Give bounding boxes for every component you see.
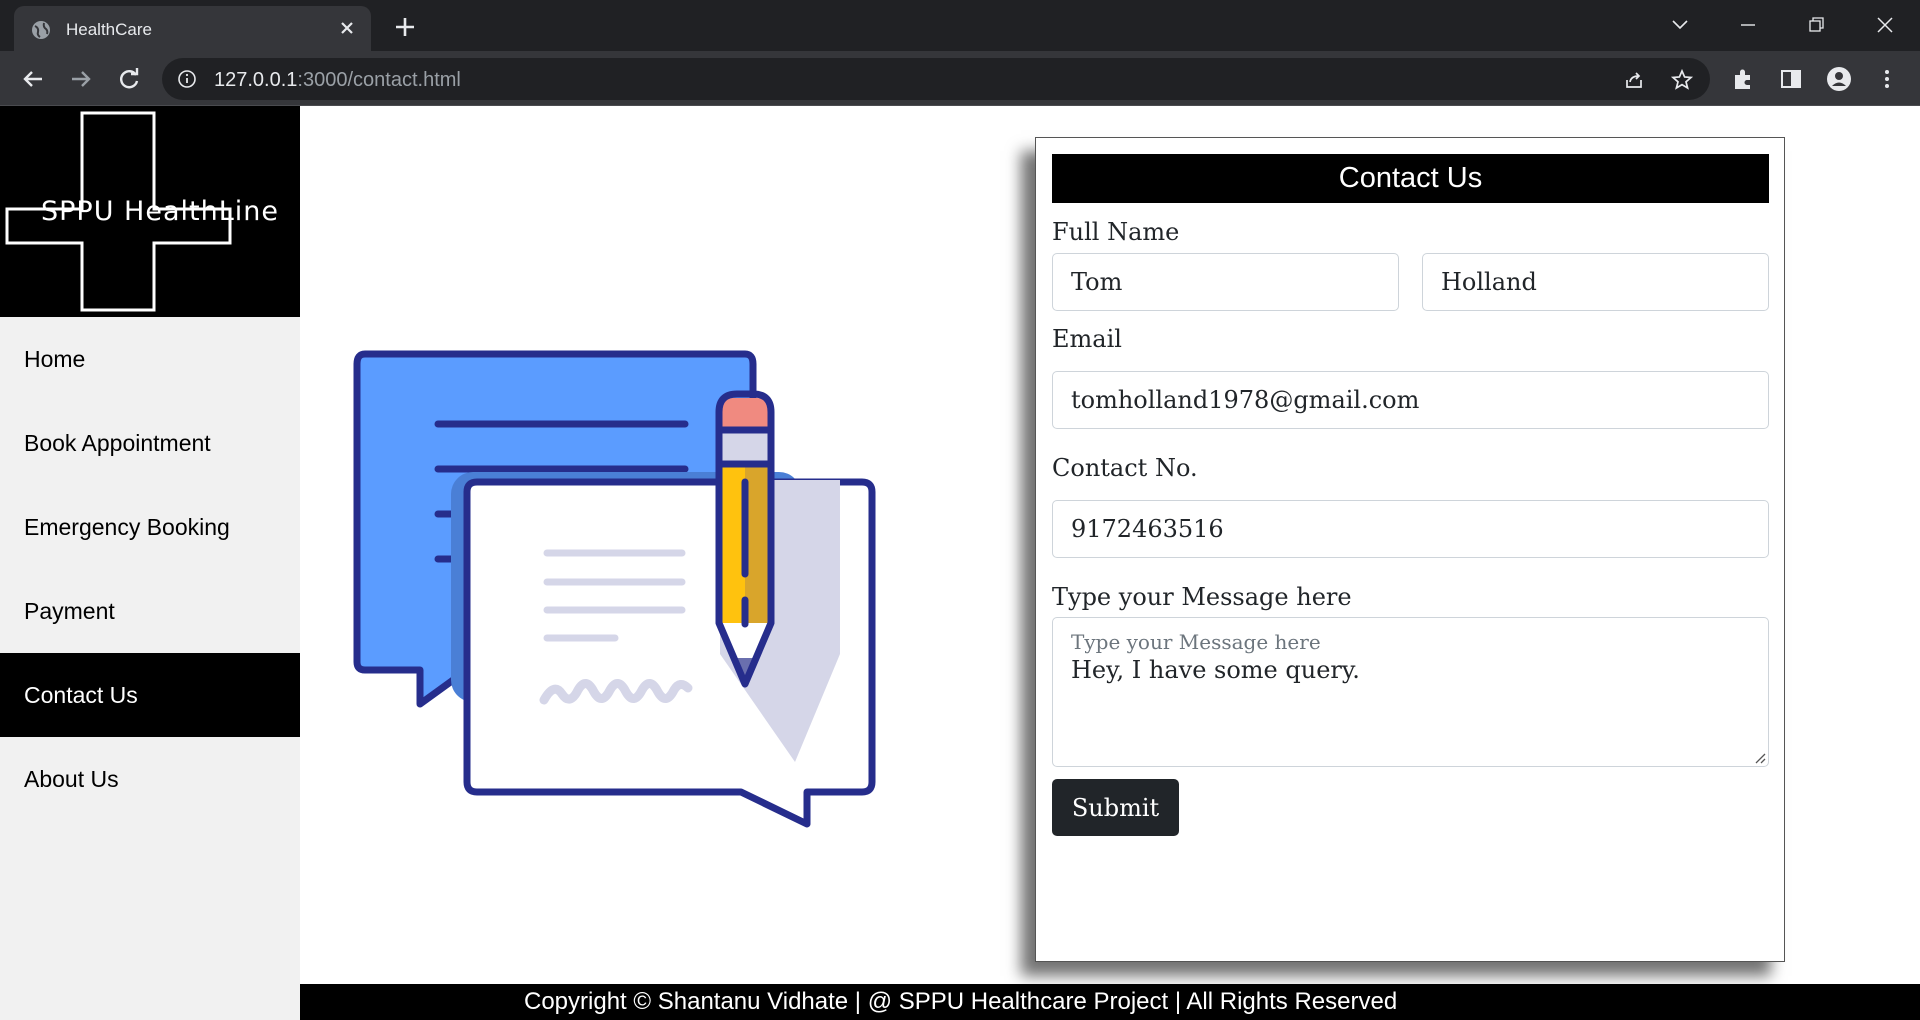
- star-icon[interactable]: [1670, 68, 1694, 92]
- window-close-icon[interactable]: [1870, 10, 1900, 40]
- tab-title: HealthCare: [66, 20, 152, 39]
- email-value: tomholland1978@gmail.com: [1071, 386, 1420, 414]
- address-bar[interactable]: 127.0.0.1:3000/contact.html: [162, 58, 1710, 100]
- contact-illustration: [353, 350, 876, 828]
- url-path: :3000/contact.html: [297, 69, 461, 91]
- message-placeholder: Type your Message here: [1071, 630, 1321, 654]
- sidebar-item-payment[interactable]: Payment: [0, 569, 300, 653]
- email-input[interactable]: tomholland1978@gmail.com: [1052, 371, 1769, 429]
- profile-icon[interactable]: [1825, 65, 1853, 93]
- message-label: Type your Message here: [1052, 583, 1352, 611]
- url-host: 127.0.0.1: [214, 69, 298, 91]
- restore-icon[interactable]: [1801, 10, 1831, 40]
- logo-text: SPPU HealthLine: [41, 196, 279, 227]
- submit-button[interactable]: Submit: [1052, 779, 1179, 836]
- contact-no-label: Contact No.: [1052, 454, 1198, 482]
- email-label: Email: [1052, 325, 1122, 353]
- plus-icon[interactable]: [391, 13, 419, 41]
- contact-no-value: 9172463516: [1071, 515, 1224, 543]
- sidebar-item-about-us[interactable]: About Us: [0, 737, 300, 821]
- chevron-down-icon[interactable]: [1665, 10, 1695, 40]
- last-name-value: Holland: [1441, 268, 1537, 296]
- minimize-icon[interactable]: [1733, 10, 1763, 40]
- site-logo[interactable]: SPPU HealthLine: [0, 106, 300, 317]
- share-icon[interactable]: [1622, 68, 1646, 92]
- resize-grip-icon[interactable]: [1752, 750, 1766, 764]
- kebab-menu-icon[interactable]: [1873, 65, 1901, 93]
- contact-form-card: Contact Us Full Name Tom Holland Email t…: [1035, 137, 1785, 962]
- side-panel-icon[interactable]: [1777, 65, 1805, 93]
- sidebar-item-contact-us[interactable]: Contact Us: [0, 653, 300, 737]
- back-arrow-icon[interactable]: [18, 64, 48, 94]
- footer-text: Copyright © Shantanu Vidhate | @ SPPU He…: [524, 988, 1398, 1015]
- browser-tab[interactable]: HealthCare: [14, 6, 371, 51]
- web-page: SPPU HealthLine Home Book Appointment Em…: [0, 106, 1920, 1020]
- globe-icon: [32, 21, 50, 39]
- reload-icon[interactable]: [114, 64, 144, 94]
- close-icon[interactable]: [335, 16, 359, 40]
- message-textarea[interactable]: Type your Message here Hey, I have some …: [1052, 617, 1769, 767]
- form-title: Contact Us: [1052, 154, 1769, 203]
- message-value: Hey, I have some query.: [1071, 656, 1360, 684]
- extensions-icon[interactable]: [1729, 65, 1757, 93]
- first-name-value: Tom: [1071, 268, 1123, 296]
- sidebar-item-home[interactable]: Home: [0, 317, 300, 401]
- first-name-input[interactable]: Tom: [1052, 253, 1399, 311]
- footer: Copyright © Shantanu Vidhate | @ SPPU He…: [300, 984, 1920, 1020]
- browser-tab-strip: HealthCare: [0, 0, 1920, 51]
- sidebar-item-emergency-booking[interactable]: Emergency Booking: [0, 485, 300, 569]
- forward-arrow-icon[interactable]: [66, 64, 96, 94]
- last-name-input[interactable]: Holland: [1422, 253, 1769, 311]
- info-icon[interactable]: [177, 69, 197, 89]
- contact-no-input[interactable]: 9172463516: [1052, 500, 1769, 558]
- sidebar: SPPU HealthLine Home Book Appointment Em…: [0, 106, 300, 1020]
- full-name-label: Full Name: [1052, 218, 1180, 246]
- sidebar-item-book-appointment[interactable]: Book Appointment: [0, 401, 300, 485]
- sidebar-nav: Home Book Appointment Emergency Booking …: [0, 317, 300, 821]
- browser-toolbar: 127.0.0.1:3000/contact.html: [0, 51, 1920, 106]
- url-text: 127.0.0.1:3000/contact.html: [214, 69, 461, 92]
